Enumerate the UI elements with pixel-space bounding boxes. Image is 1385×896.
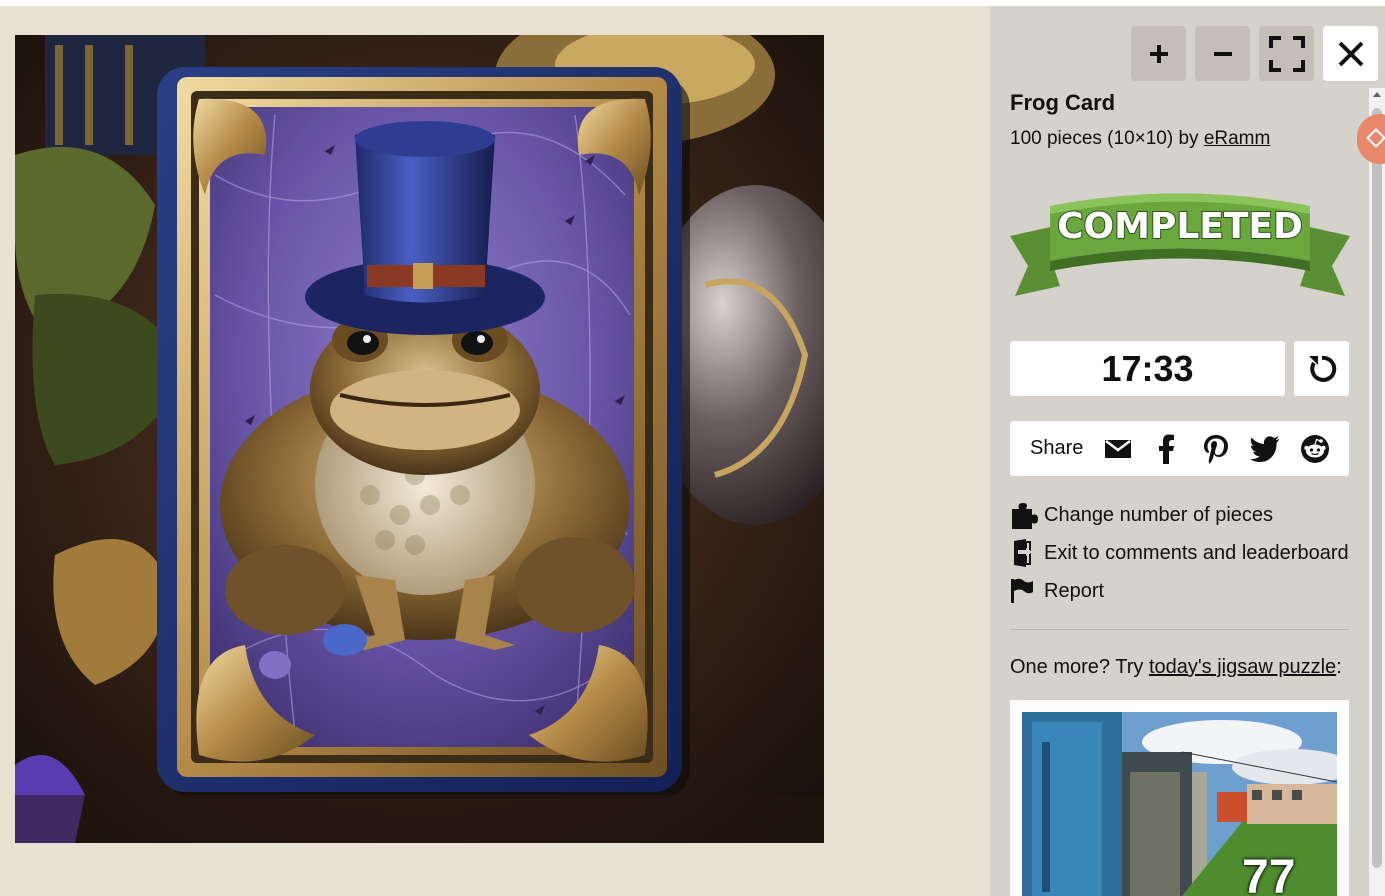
one-more-suffix: : [1336,656,1342,678]
zoom-in-button[interactable] [1131,26,1186,81]
fullscreen-icon [1268,35,1305,72]
report-link[interactable]: Report [1010,577,1104,605]
facebook-icon[interactable] [1150,433,1182,465]
todays-puzzle-link[interactable]: today's jigsaw puzzle [1149,656,1336,678]
one-more-prefix: One more? Try [1010,656,1149,678]
share-bar: Share [1010,421,1349,476]
completed-text: COMPLETED [1057,206,1303,247]
scrollbar-thumb[interactable] [1372,108,1382,868]
exit-comments-link[interactable]: Exit to comments and leaderboard [1010,539,1349,567]
exit-comments-label: Exit to comments and leaderboard [1044,541,1349,564]
report-label: Report [1044,579,1105,602]
email-icon[interactable] [1102,433,1134,465]
pieces-text: 100 pieces (10×10) by [1010,128,1204,149]
twitter-icon[interactable] [1249,433,1281,465]
diamond-icon [1366,128,1385,148]
share-label: Share [1030,437,1084,459]
panel-scrollbar[interactable] [1369,88,1385,896]
close-icon [1338,41,1363,66]
change-pieces-label: Change number of pieces [1044,503,1274,526]
one-more-prompt: One more? Try today's jigsaw puzzle: [1010,656,1342,679]
close-button[interactable] [1323,26,1378,81]
puzzle-piece-icon [1010,501,1044,529]
puzzle-image[interactable] [15,35,824,843]
completed-banner: COMPLETED [1010,193,1350,296]
exit-door-icon [1010,539,1044,567]
section-divider [1010,629,1349,630]
reddit-icon[interactable] [1299,433,1331,465]
fullscreen-button[interactable] [1259,26,1314,81]
zoom-out-button[interactable] [1195,26,1250,81]
todays-puzzle-card[interactable]: 77 [1010,700,1349,896]
minus-icon [1213,51,1232,56]
scroll-up-arrow-icon[interactable] [1373,92,1381,97]
flag-icon [1010,577,1044,605]
pinterest-icon[interactable] [1200,433,1232,465]
plus-icon [1149,44,1168,63]
restart-icon [1308,355,1336,382]
puzzle-info: 100 pieces (10×10) by eRamm [1010,128,1270,150]
timer-display: 17:33 [1010,341,1285,396]
thumbnail-number: 77 [1242,851,1296,896]
author-link[interactable]: eRamm [1204,128,1271,149]
puzzle-title: Frog Card [1010,90,1116,115]
change-pieces-link[interactable]: Change number of pieces [1010,501,1273,529]
restart-button[interactable] [1294,341,1349,396]
